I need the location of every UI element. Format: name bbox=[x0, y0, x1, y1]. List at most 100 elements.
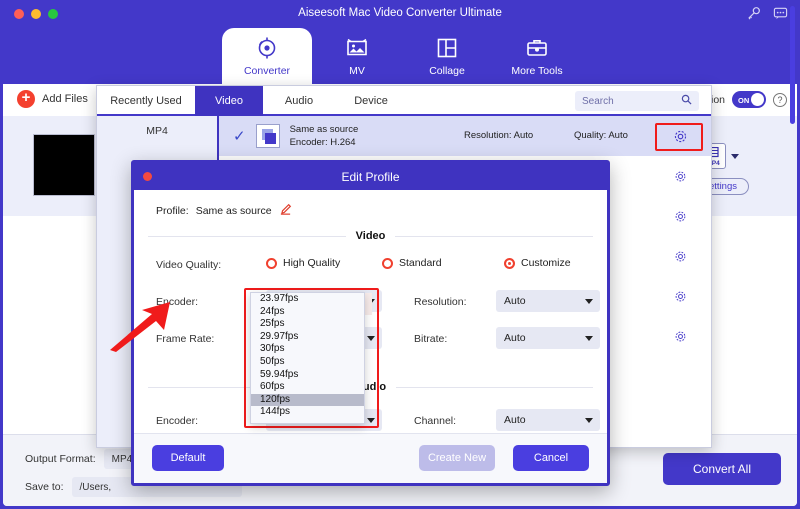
search-box[interactable]: Search bbox=[575, 91, 699, 111]
framerate-option[interactable]: 23.97fps bbox=[251, 293, 364, 306]
framerate-option[interactable]: 25fps bbox=[251, 318, 364, 331]
tab-video[interactable]: Video bbox=[195, 86, 263, 116]
check-icon: ✓ bbox=[233, 128, 246, 145]
preset-category-mp4[interactable]: MP4 bbox=[97, 116, 217, 146]
title-bar: Aiseesoft Mac Video Converter Ultimate bbox=[0, 0, 800, 28]
tab-device[interactable]: Device bbox=[335, 86, 407, 116]
save-to-label: Save to: bbox=[25, 481, 64, 493]
gear-icon bbox=[675, 171, 685, 181]
red-arrow-annotation bbox=[108, 300, 178, 357]
preset-item-title: Same as source bbox=[289, 124, 359, 135]
framerate-option[interactable]: 30fps bbox=[251, 343, 364, 356]
close-icon[interactable] bbox=[143, 172, 152, 181]
gear-icon bbox=[675, 331, 685, 341]
nav-items: Converter MV Collage More Tools bbox=[222, 28, 582, 90]
audio-channel-label: Channel: bbox=[414, 415, 457, 427]
framerate-option[interactable]: 29.97fps bbox=[251, 331, 364, 344]
video-quality-radios: High Quality Standard Customize bbox=[266, 257, 571, 269]
video-resolution-select[interactable]: Auto bbox=[496, 290, 600, 312]
divider-right bbox=[396, 386, 594, 388]
radio-dot-selected bbox=[504, 257, 515, 269]
preset-gear-button-4[interactable] bbox=[649, 236, 711, 276]
audio-channel-select[interactable]: Auto bbox=[496, 409, 600, 431]
output-format-label: Output Format: bbox=[25, 453, 96, 465]
cancel-button[interactable]: Cancel bbox=[513, 445, 589, 471]
framerate-option[interactable]: 144fps bbox=[251, 406, 364, 419]
gear-icon bbox=[675, 291, 685, 301]
radio-high-quality[interactable]: High Quality bbox=[266, 257, 382, 269]
framerate-dropdown-list[interactable]: 23.97fps 24fps 25fps 29.97fps 30fps 50fp… bbox=[250, 292, 365, 424]
preset-gear-button-5[interactable] bbox=[649, 276, 711, 316]
divider-right bbox=[395, 235, 594, 237]
video-resolution-label: Resolution: bbox=[414, 296, 467, 308]
key-icon[interactable] bbox=[746, 6, 761, 21]
video-section-header: Video bbox=[148, 230, 594, 242]
default-button[interactable]: Default bbox=[152, 445, 224, 471]
nav-label-mv: MV bbox=[349, 65, 365, 77]
nav-item-collage[interactable]: Collage bbox=[402, 28, 492, 84]
audio-channel-value: Auto bbox=[504, 414, 526, 426]
pencil-icon[interactable] bbox=[279, 203, 292, 219]
converter-icon bbox=[255, 35, 279, 61]
gear-icon bbox=[675, 211, 685, 221]
video-resolution-value: Auto bbox=[504, 295, 526, 307]
app-title: Aiseesoft Mac Video Converter Ultimate bbox=[298, 7, 502, 19]
file-thumbnail bbox=[33, 134, 95, 196]
question-icon[interactable]: ? bbox=[773, 92, 787, 107]
app-window: Aiseesoft Mac Video Converter Ultimate C… bbox=[0, 0, 800, 509]
nav-item-converter[interactable]: Converter bbox=[222, 28, 312, 90]
profile-label: Profile: bbox=[156, 205, 189, 217]
divider-left bbox=[148, 235, 346, 237]
preset-item-encoder: Encoder: H.264 bbox=[289, 137, 356, 148]
video-quality-row: Video Quality: High Quality Standard Cus… bbox=[148, 253, 593, 279]
chevron-down-icon bbox=[731, 153, 739, 159]
radio-dot bbox=[382, 257, 393, 269]
mv-icon bbox=[345, 35, 369, 61]
add-files-button[interactable]: + Add Files bbox=[17, 90, 88, 108]
framerate-option[interactable]: 50fps bbox=[251, 356, 364, 369]
preset-gear-button-2[interactable] bbox=[649, 156, 711, 196]
nav-label-more-tools: More Tools bbox=[511, 65, 563, 77]
top-navigation: Converter MV Collage More Tools bbox=[0, 28, 800, 90]
radio-customize[interactable]: Customize bbox=[504, 257, 571, 269]
dialog-header: Edit Profile bbox=[134, 163, 607, 190]
tab-recently-used[interactable]: Recently Used bbox=[97, 86, 195, 116]
radio-dot bbox=[266, 257, 277, 269]
title-bar-icons bbox=[746, 6, 788, 21]
video-bitrate-select[interactable]: Auto bbox=[496, 327, 600, 349]
feedback-icon[interactable] bbox=[773, 6, 788, 21]
profile-value: Same as source bbox=[195, 205, 272, 217]
radio-label-standard: Standard bbox=[399, 257, 442, 269]
preset-gear-button-6[interactable] bbox=[649, 316, 711, 356]
chevron-down-icon bbox=[585, 336, 593, 341]
framerate-option[interactable]: 59.94fps bbox=[251, 369, 364, 382]
chevron-down-icon bbox=[585, 418, 593, 423]
nav-item-more-tools[interactable]: More Tools bbox=[492, 28, 582, 84]
preset-item-quality: Quality: Auto bbox=[574, 130, 628, 141]
radio-standard[interactable]: Standard bbox=[382, 257, 504, 269]
video-section-label: Video bbox=[355, 230, 386, 242]
radio-label-customize: Customize bbox=[521, 257, 571, 269]
preset-item-same-as-source[interactable]: ✓ Same as source Encoder: H.264 Resoluti… bbox=[219, 116, 711, 156]
merge-toggle[interactable]: ON bbox=[732, 91, 766, 108]
more-tools-icon bbox=[525, 35, 549, 61]
gear-icon bbox=[675, 251, 685, 261]
profile-row: Profile: Same as source bbox=[148, 190, 593, 219]
convert-all-button[interactable]: Convert All bbox=[663, 453, 781, 485]
preset-gear-column bbox=[649, 116, 711, 447]
radio-label-high-quality: High Quality bbox=[283, 257, 341, 269]
framerate-option-selected[interactable]: 120fps bbox=[251, 393, 364, 407]
preset-gear-button-3[interactable] bbox=[649, 196, 711, 236]
nav-item-mv[interactable]: MV bbox=[312, 28, 402, 84]
video-bitrate-label: Bitrate: bbox=[414, 333, 448, 345]
create-new-button[interactable]: Create New bbox=[419, 445, 495, 471]
framerate-option[interactable]: 60fps bbox=[251, 381, 364, 394]
add-files-label: Add Files bbox=[42, 93, 88, 105]
dropdown-scrollbar[interactable] bbox=[790, 6, 795, 124]
merge-control: tion ON ? bbox=[708, 91, 787, 108]
audio-encoder-label: Encoder: bbox=[156, 415, 199, 427]
tab-audio[interactable]: Audio bbox=[263, 86, 335, 116]
video-bitrate-value: Auto bbox=[504, 332, 526, 344]
framerate-option[interactable]: 24fps bbox=[251, 306, 364, 319]
preset-item-resolution: Resolution: Auto bbox=[464, 130, 534, 141]
